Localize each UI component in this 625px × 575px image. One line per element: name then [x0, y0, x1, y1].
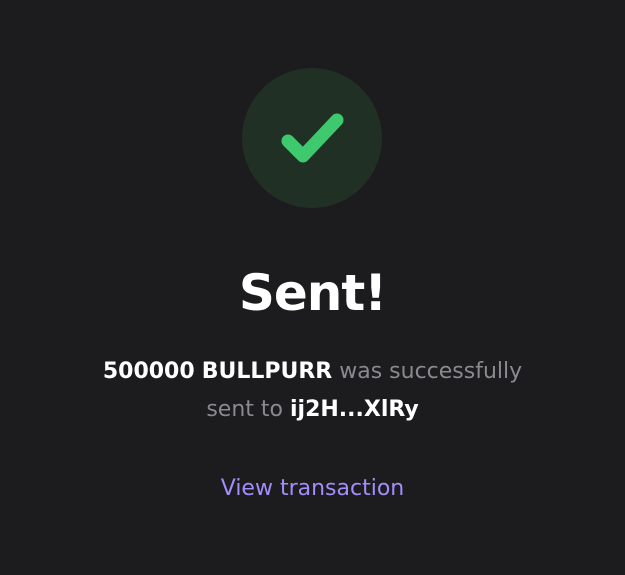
view-transaction-link[interactable]: View transaction	[0, 472, 625, 506]
page-title: Sent!	[238, 264, 387, 322]
success-icon-circle	[242, 68, 382, 208]
sent-to-text: sent to	[206, 397, 283, 422]
checkmark-icon	[281, 113, 344, 163]
token-symbol: BULLPURR	[201, 359, 333, 384]
success-message: 500000 BULLPURR was successfully sent to…	[0, 353, 625, 429]
message-line-1: 500000 BULLPURR was successfully	[0, 353, 625, 391]
amount-text: 500000	[102, 359, 195, 384]
message-text: was successfully	[339, 359, 523, 384]
recipient-address: ij2H...XlRy	[289, 397, 419, 422]
message-line-2: sent to ij2H...XlRy	[0, 391, 625, 429]
